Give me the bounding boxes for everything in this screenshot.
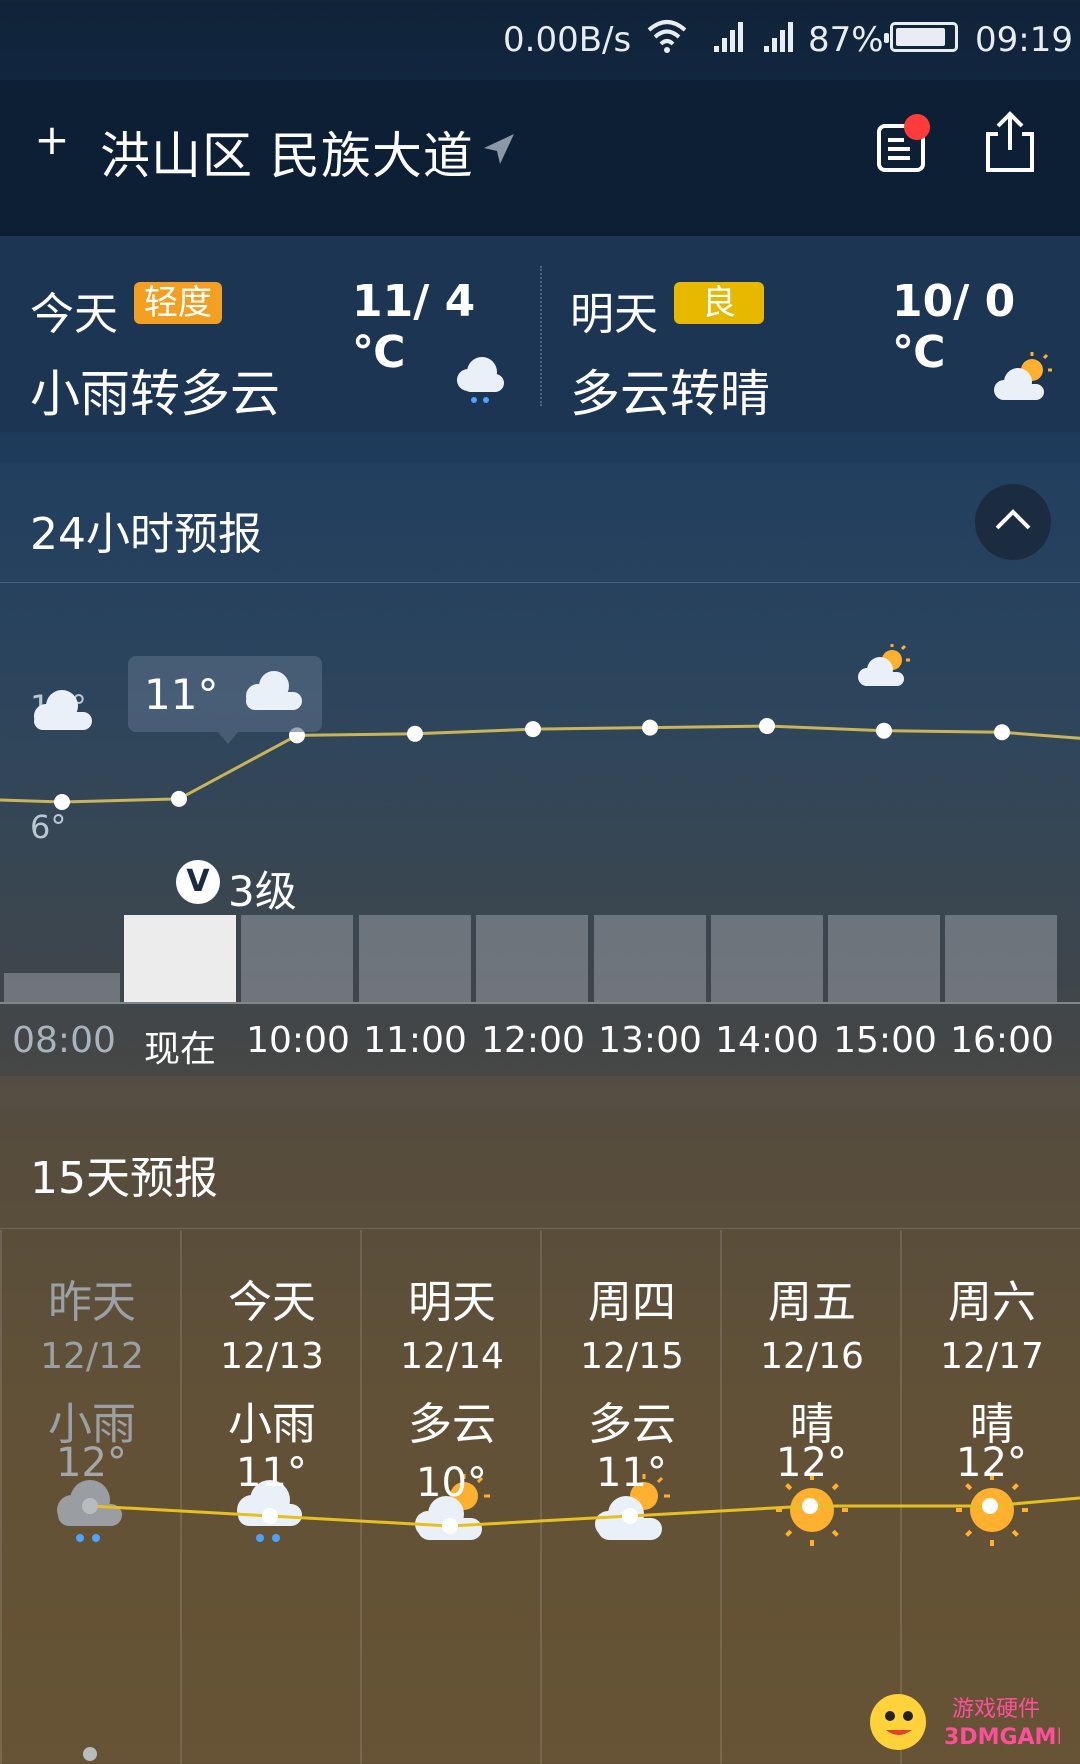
temp-point xyxy=(171,790,187,807)
wifi-icon xyxy=(647,20,687,53)
high-temp-label: 12° xyxy=(776,1440,847,1486)
watermark-line1: 游戏硬件 xyxy=(952,1697,1040,1722)
high-temp-line xyxy=(89,1496,1080,1528)
cloud-icon xyxy=(246,671,302,710)
signal-icon xyxy=(764,22,793,52)
daily-forecast-section: 15天预报 昨天 12/12 小雨 今天 12/13 小雨 明天 12/14 多云 周四 12/15… xyxy=(0,1108,1080,1764)
light-rain-icon xyxy=(457,357,504,403)
high-temp-label: 10° xyxy=(416,1460,487,1506)
section-title: 24小时预报 xyxy=(30,509,262,560)
high-temp-point xyxy=(802,1498,818,1514)
today-card[interactable]: 今天 轻度 11/ 4 ℃ 小雨转多云 xyxy=(0,236,540,432)
hour-label: 13:00 xyxy=(598,1020,702,1061)
temp-point xyxy=(407,725,423,742)
wind-bar xyxy=(124,915,236,1002)
high-temp-point xyxy=(442,1518,458,1534)
aqi-badge: 良 xyxy=(674,282,764,324)
tomorrow-condition: 多云转晴 xyxy=(570,365,770,423)
hour-label: 现在 xyxy=(143,1029,216,1070)
watermark-logo: 游戏硬件 3DMGAME xyxy=(870,1694,1060,1750)
tomorrow-card[interactable]: 明天 良 10/ 0 ℃ 多云转晴 xyxy=(540,236,1080,432)
temp-point xyxy=(759,718,775,735)
high-temp-label: 11° xyxy=(236,1450,307,1496)
wind-level-label: 3级 xyxy=(228,867,297,916)
hour-label: 11:00 xyxy=(363,1020,467,1061)
wind-bar xyxy=(476,915,588,1002)
app-header: + 洪山区 民族大道 xyxy=(0,80,1080,236)
today-label: 今天 xyxy=(30,289,118,340)
battery-icon xyxy=(884,22,958,52)
hourly-temp-chart xyxy=(0,644,1080,810)
hour-label: 15:00 xyxy=(833,1020,937,1061)
hour-label: 12:00 xyxy=(481,1020,585,1061)
status-bar: 0.00B/s 87% 09:19 xyxy=(0,0,1080,80)
location-title[interactable]: 洪山区 民族大道 xyxy=(100,116,474,188)
wind-direction-icon: V xyxy=(176,860,220,904)
chevron-up-icon xyxy=(995,509,1031,530)
watermark-line2: 3DMGAME xyxy=(944,1725,1060,1750)
today-condition: 小雨转多云 xyxy=(30,365,280,423)
network-speed: 0.00B/s xyxy=(503,20,632,60)
chart-baseline xyxy=(0,1002,1080,1004)
temp-point xyxy=(525,721,541,738)
cloud-icon xyxy=(34,690,92,730)
hour-label: 08:00 xyxy=(12,1020,116,1061)
low-temp-point xyxy=(83,1747,97,1761)
high-temp-label: 12° xyxy=(956,1440,1027,1486)
wind-bar xyxy=(594,915,706,1002)
high-temp-label: 11° xyxy=(596,1450,667,1496)
hour-label: 10:00 xyxy=(246,1020,350,1061)
wind-bar xyxy=(241,915,353,1002)
tooltip-temp: 11° xyxy=(144,670,219,719)
partly-cloudy-icon xyxy=(858,644,910,686)
tomorrow-label: 明天 xyxy=(570,289,658,340)
high-temp-point xyxy=(622,1508,638,1524)
wind-bar xyxy=(359,915,471,1002)
location-arrow-icon xyxy=(484,134,514,164)
current-temp-tooltip: 11° xyxy=(128,656,322,744)
temp-point xyxy=(54,794,70,810)
aqi-badge: 轻度 xyxy=(134,282,222,324)
share-icon[interactable] xyxy=(982,110,1038,174)
high-temp-label: 12° xyxy=(56,1440,127,1486)
temp-point xyxy=(994,724,1010,741)
high-temp-point xyxy=(82,1498,98,1514)
notification-dot xyxy=(904,114,930,140)
wind-bar xyxy=(711,915,823,1002)
collapse-button[interactable] xyxy=(975,484,1051,560)
add-city-button[interactable]: + xyxy=(32,119,72,161)
hourly-forecast-section: 24小时预报 12° 6° 11° V 3级 08:00 现 xyxy=(0,462,1080,1076)
partly-cloudy-icon xyxy=(994,352,1052,400)
signal-icon xyxy=(714,22,743,52)
daily-high-chart xyxy=(82,1496,1080,1761)
daily-summary: 今天 轻度 11/ 4 ℃ 小雨转多云 明天 良 10/ 0 ℃ 多云转晴 xyxy=(0,236,1080,432)
today-temps: 11/ 4 ℃ xyxy=(352,276,476,378)
temp-line xyxy=(0,724,1080,804)
hour-label: 14:00 xyxy=(715,1020,819,1061)
clock: 09:19 xyxy=(975,20,1073,60)
high-temp-point xyxy=(262,1508,278,1524)
high-temp-point xyxy=(982,1498,998,1514)
wind-bar xyxy=(945,915,1057,1002)
temp-point xyxy=(642,719,658,736)
wind-bar xyxy=(828,915,940,1002)
wind-bar xyxy=(4,973,120,1002)
temp-point xyxy=(876,722,892,739)
battery-percent: 87% xyxy=(808,20,884,60)
tooltip-tail xyxy=(218,732,238,744)
hour-label: 16:00 xyxy=(950,1020,1054,1061)
